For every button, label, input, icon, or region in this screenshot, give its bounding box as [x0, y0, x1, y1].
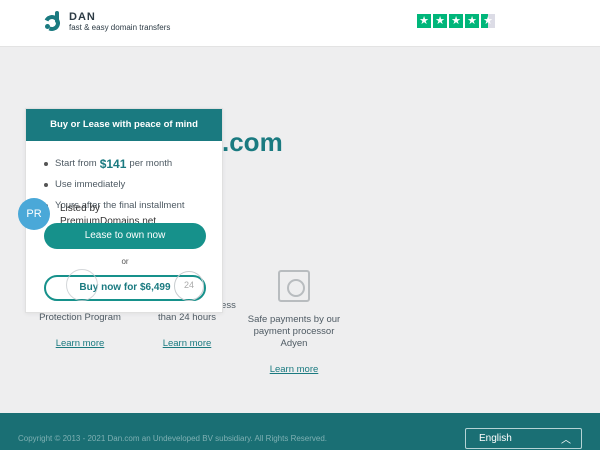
learn-more-link[interactable]: Learn more: [244, 364, 344, 376]
star-icon: ★: [417, 14, 431, 28]
monthly-price: $141: [99, 156, 127, 171]
list-item: Start from $141 per month: [44, 153, 222, 174]
site-header: DAN fast & easy domain transfers ★ ★ ★ ★…: [0, 0, 600, 47]
brand-name: DAN: [69, 11, 96, 23]
list-item: Use immediately: [44, 174, 222, 195]
language-selector[interactable]: English ︿: [465, 428, 582, 449]
feature-safe-payments: Safe payments by our payment processor A…: [244, 270, 344, 376]
price-suffix: per month: [129, 158, 173, 169]
or-divider: or: [121, 257, 129, 266]
dan-logo-icon: [41, 11, 64, 34]
globe-icon: [66, 269, 98, 301]
card-header: Buy or Lease with peace of mind: [26, 109, 222, 141]
copyright-text: Copyright © 2013 - 2021 Dan.com an Undev…: [18, 434, 328, 443]
learn-more-link[interactable]: Learn more: [30, 338, 130, 350]
benefit-text: Use immediately: [55, 179, 126, 190]
bullet-icon: [44, 161, 48, 166]
trustpilot-rating[interactable]: ★ ★ ★ ★ ★: [417, 14, 495, 28]
purchase-card: Buy or Lease with peace of mind Start fr…: [18, 108, 223, 313]
dan-logo[interactable]: DAN fast & easy domain transfers: [41, 11, 171, 34]
bullet-icon: [44, 182, 48, 187]
domain-name: .com: [222, 127, 283, 157]
star-icon: ★: [465, 14, 479, 28]
star-icon: ★: [433, 14, 447, 28]
broker-avatar: PR: [18, 198, 50, 230]
language-label: English: [479, 433, 512, 444]
feature-text: Safe payments by our payment processor A…: [247, 314, 341, 349]
site-footer: Copyright © 2013 - 2021 Dan.com an Undev…: [0, 413, 600, 450]
price-prefix: Start from: [55, 158, 97, 169]
clock-24-icon: 24: [174, 271, 204, 301]
star-icon: ★: [449, 14, 463, 28]
brand-tagline: fast & easy domain transfers: [69, 23, 171, 32]
broker-label: Listed by: [60, 203, 101, 214]
half-star-icon: ★: [481, 14, 495, 28]
learn-more-link[interactable]: Learn more: [137, 338, 237, 350]
chevron-up-icon: ︿: [561, 435, 571, 446]
lease-to-own-button[interactable]: Lease to own now: [44, 223, 206, 249]
safe-icon: [278, 270, 310, 302]
